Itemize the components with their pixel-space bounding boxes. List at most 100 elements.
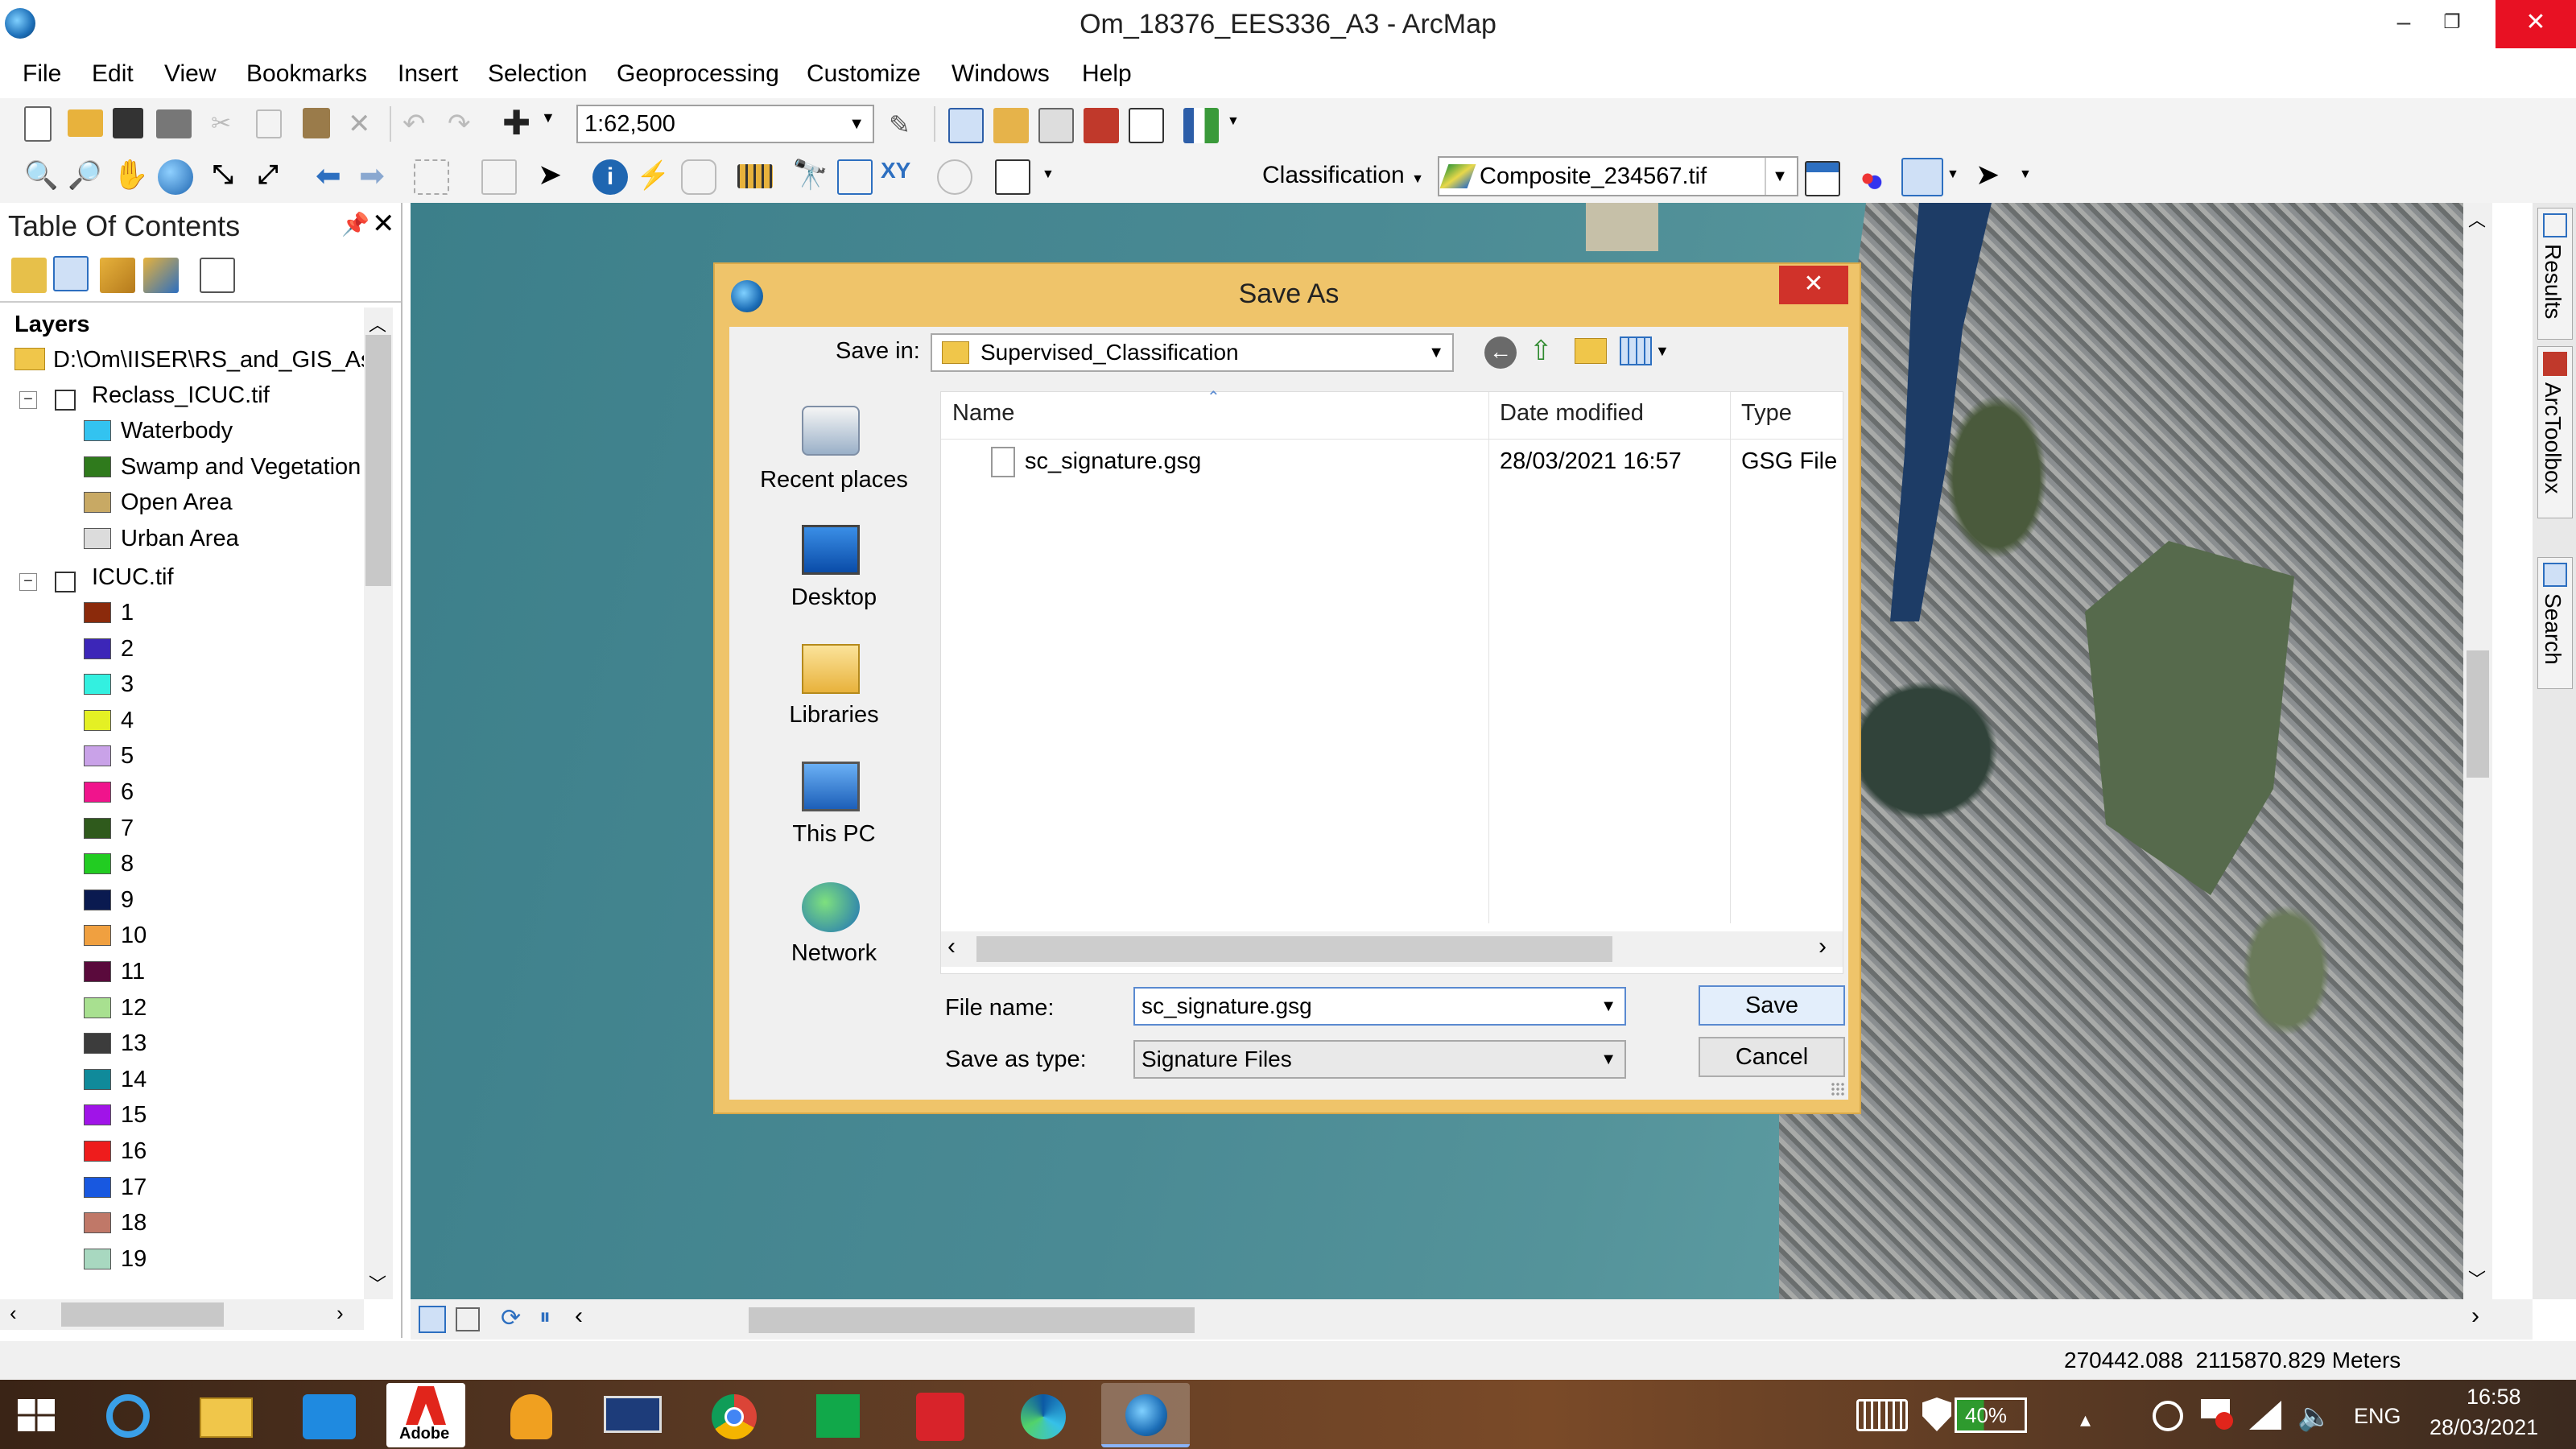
chevron-down-icon[interactable]: ▼ [1600,989,1616,1024]
list-by-drawing-order-icon[interactable] [11,258,47,293]
new-folder-icon[interactable] [1575,338,1607,364]
classification-dropdown[interactable]: Classification ▼ [1262,156,1424,195]
table-row[interactable]: sc_signature.gsg 28/03/2021 16:57 GSG Fi… [941,442,1843,484]
search-window-icon[interactable] [1038,108,1074,143]
legend-swatch[interactable] [84,1176,111,1198]
mail-icon[interactable] [285,1383,374,1447]
menu-windows[interactable]: Windows [952,56,1050,92]
toc-horizontal-scrollbar[interactable]: ‹ › [0,1299,364,1330]
chevron-down-icon[interactable]: ▼ [1765,158,1794,195]
classification-layer-select[interactable]: Composite_234567.tif ▼ [1438,156,1798,196]
legend-swatch[interactable] [84,1033,111,1055]
zoom-out-icon[interactable]: 🔎 [68,159,103,195]
place-libraries[interactable]: Libraries [737,639,931,744]
create-viewer-icon[interactable] [995,159,1030,195]
back-icon[interactable]: ← [1484,336,1517,369]
legend-swatch[interactable] [84,1248,111,1269]
view-menu-icon[interactable] [1620,336,1652,365]
legend-swatch[interactable] [84,709,111,731]
find-route-icon[interactable] [837,159,873,195]
folder-path[interactable]: D:\Om\IISER\RS_and_GIS_Ass [53,343,364,377]
toolbar-overflow-icon[interactable]: ▼ [1042,167,1058,203]
add-data-icon[interactable]: ✚ [502,106,538,143]
place-network[interactable]: Network [737,881,931,985]
layer-name-reclass[interactable]: Reclass_ICUC.tif [92,378,270,412]
model-builder-icon[interactable] [1183,108,1219,143]
toc-vertical-scrollbar[interactable]: ︿ ﹀ [364,308,393,1299]
language-indicator[interactable]: ENG [2354,1404,2401,1429]
side-tab-arctoolbox[interactable]: ArcToolbox [2537,346,2573,518]
save-icon[interactable] [113,108,143,138]
scrollbar-thumb[interactable] [365,335,391,586]
save-button[interactable]: Save [1699,985,1845,1026]
legend-swatch[interactable] [84,961,111,982]
identify-icon[interactable]: i [592,159,628,195]
draw-polygon-icon[interactable] [1901,158,1943,196]
fixed-zoom-out-icon[interactable]: ⤢ [258,159,293,195]
legend-swatch[interactable] [84,638,111,659]
layer-visibility-checkbox[interactable] [55,390,76,411]
classification-cursor-icon[interactable]: ➤ [1975,158,2011,193]
table-of-contents-icon[interactable] [948,108,984,143]
collapse-toggle-icon[interactable]: − [19,573,37,591]
view-menu-dropdown-icon[interactable]: ▼ [1655,343,1670,360]
forward-extent-icon[interactable]: ➡ [359,158,394,193]
scrollbar-thumb[interactable] [61,1302,224,1327]
save-in-select[interactable]: Supervised_Classification ▼ [931,333,1454,372]
training-sample-manager-icon[interactable] [1805,161,1840,196]
legend-swatch[interactable] [84,853,111,875]
arctoolbox-icon[interactable] [1084,108,1119,143]
close-panel-icon[interactable]: ✕ [372,208,395,240]
save-as-type-select[interactable]: Signature Files ▼ [1133,1040,1626,1079]
menu-view[interactable]: View [164,56,216,92]
scroll-left-icon[interactable]: ‹ [947,933,956,960]
legend-swatch[interactable] [84,1104,111,1126]
pause-drawing-icon[interactable]: ⏸ [539,1304,551,1331]
legend-swatch[interactable] [84,1141,111,1162]
legend-swatch[interactable] [84,782,111,803]
file-list[interactable]: ⌃ Name Date modified Type sc_signature.g… [940,389,1843,974]
paste-icon[interactable] [303,108,330,138]
file-list-horizontal-scrollbar[interactable]: ‹ › [941,931,1843,967]
up-one-level-icon[interactable]: ⇧ [1530,335,1560,369]
settings-gear-icon[interactable] [2153,1401,2183,1431]
edge-icon[interactable] [998,1383,1087,1447]
resize-grip-icon[interactable] [1831,1082,1845,1096]
place-recent[interactable]: Recent places [737,398,931,502]
map-scale-input[interactable]: 1:62,500 ▼ [576,105,874,143]
menu-file[interactable]: File [23,56,61,92]
catalog-icon[interactable] [993,108,1029,143]
data-view-icon[interactable] [419,1306,446,1333]
legend-swatch[interactable] [84,527,111,549]
legend-swatch[interactable] [84,492,111,514]
draw-polygon-dropdown-icon[interactable]: ▼ [1946,167,1963,203]
battery-indicator[interactable]: 40% [1955,1397,2027,1433]
zoom-in-icon[interactable]: 🔍 [24,159,60,195]
map-vertical-scrollbar[interactable]: ︿ ﹀ [2463,203,2492,1299]
chevron-down-icon[interactable]: ▼ [848,106,865,142]
legend-swatch[interactable] [84,420,111,441]
lenovo-vantage-icon[interactable] [588,1383,676,1447]
new-document-icon[interactable] [24,106,52,142]
measure-icon[interactable] [737,164,773,188]
menu-customize[interactable]: Customize [807,56,921,92]
scroll-left-icon[interactable]: ‹ [10,1301,17,1326]
fixed-zoom-in-icon[interactable]: ⤡ [213,159,248,195]
list-by-selection-icon[interactable] [143,258,179,293]
clock-date[interactable]: 28/03/2021 [2429,1415,2538,1440]
scroll-up-icon[interactable]: ︿ [2468,206,2486,232]
layer-name-icuc[interactable]: ICUC.tif [92,560,174,594]
volume-icon[interactable]: 🔈 [2297,1401,2331,1433]
menu-help[interactable]: Help [1082,56,1132,92]
legend-swatch[interactable] [84,602,111,623]
open-folder-icon[interactable] [68,109,103,137]
column-header-type[interactable]: Type [1741,400,1792,427]
legend-swatch[interactable] [84,1212,111,1234]
legend-swatch[interactable] [84,674,111,696]
scroll-right-icon[interactable]: › [1818,933,1827,960]
microsoft-store-icon[interactable] [792,1383,881,1447]
file-explorer-icon[interactable] [182,1383,270,1447]
cancel-button[interactable]: Cancel [1699,1037,1845,1077]
list-by-source-icon[interactable] [53,256,89,291]
layout-view-icon[interactable] [456,1307,480,1331]
